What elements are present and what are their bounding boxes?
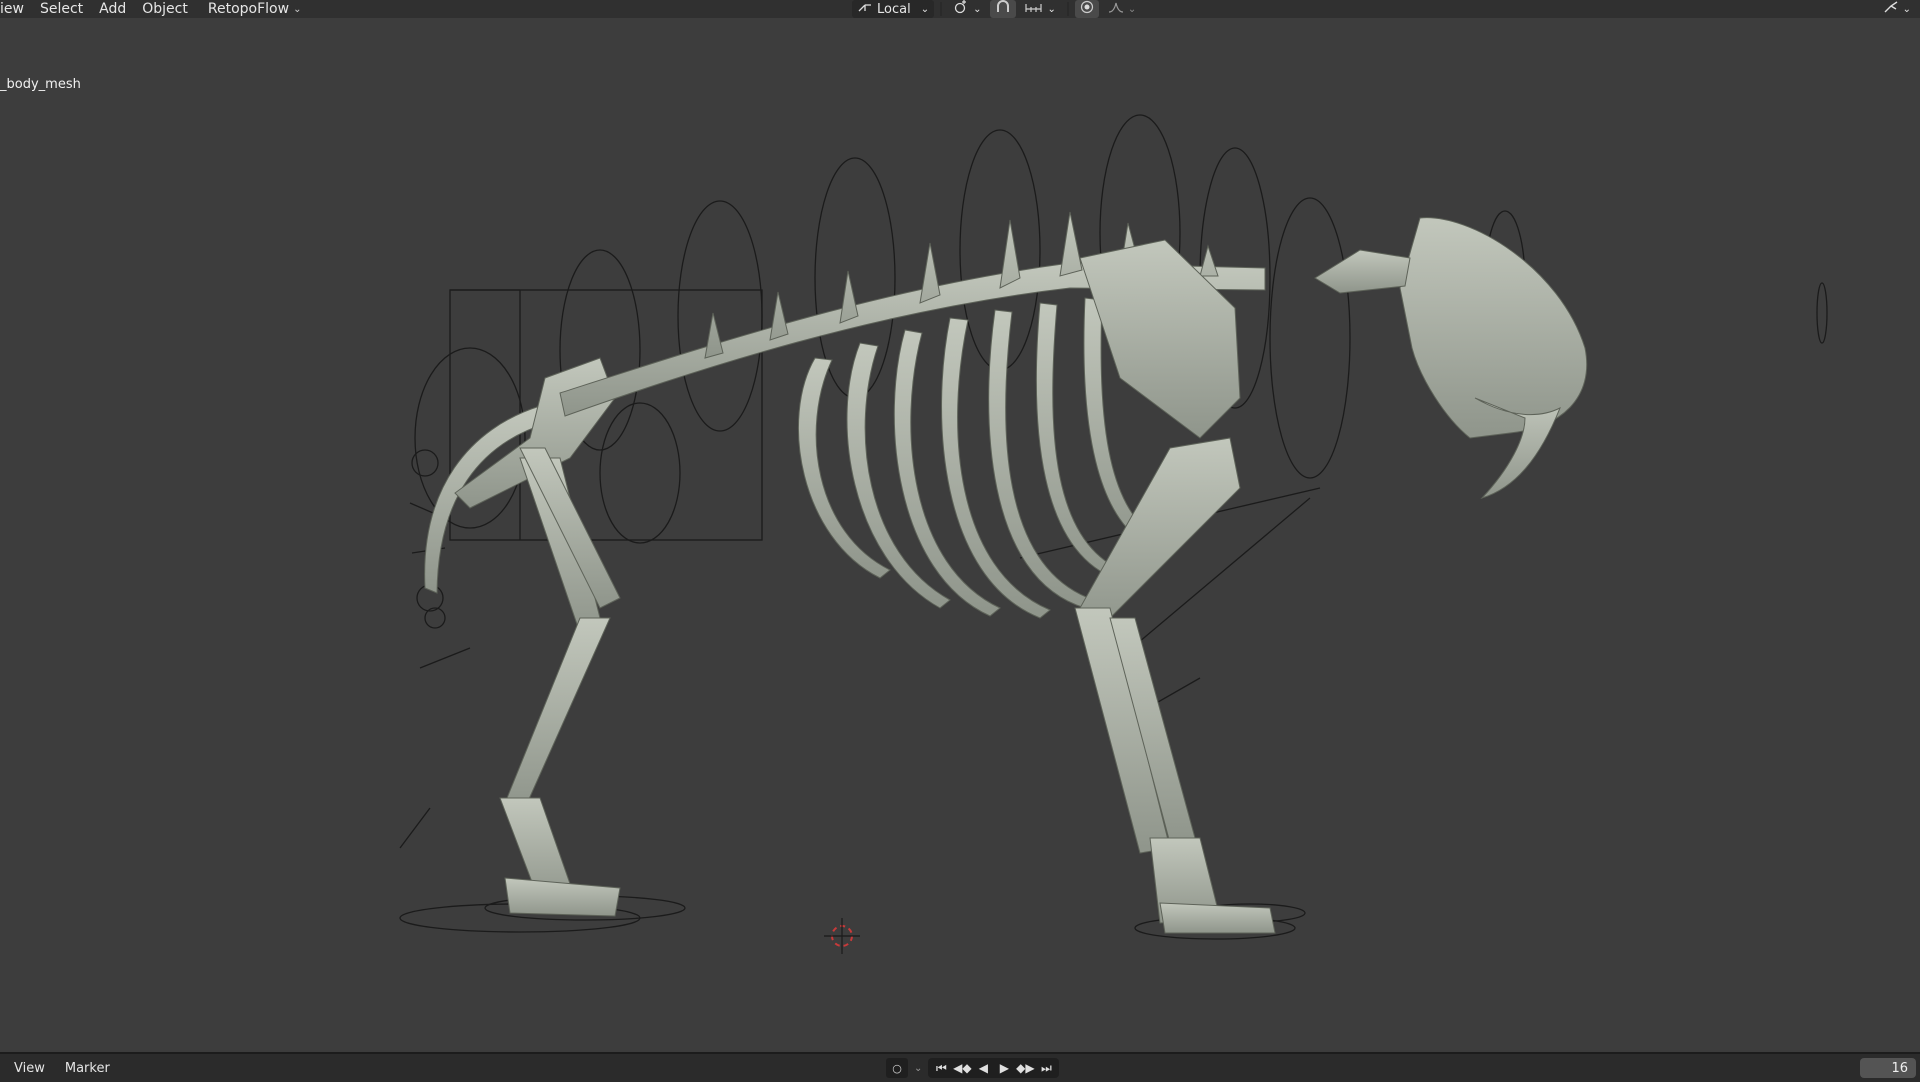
play-reverse-icon[interactable]: ◀ [973,1058,993,1078]
rig-controls[interactable] [399,114,1828,940]
playback-controls: ○ ⌄ ⏮ ◀◆ ◀ ▶ ◆▶ ⏭ [886,1058,1060,1078]
menu-select[interactable]: Select [32,0,91,18]
skeleton-scene[interactable] [0,18,1920,1050]
snap-toggle[interactable] [990,0,1017,18]
retopoflow-label: RetopoFlow [207,1,290,17]
gizmo-dropdown[interactable]: ⌄ [1878,0,1916,18]
menu-view[interactable]: iew [0,0,32,18]
transform-tools: Local ⌄ ⌄ ⌄ ⌄ [852,0,1141,18]
proportional-edit-icon [1080,0,1094,18]
chevron-down-icon: ⌄ [1127,3,1137,15]
chevron-down-icon: ⌄ [973,3,982,15]
snap-icon [995,0,1011,18]
skeleton-mesh[interactable] [424,211,1588,934]
jump-start-icon[interactable]: ⏮ [931,1058,951,1078]
separator [940,2,943,16]
chevron-down-icon: ⌄ [920,3,930,15]
chevron-down-icon[interactable]: ⌄ [914,1063,922,1074]
jump-end-icon[interactable]: ⏭ [1036,1058,1056,1078]
retopoflow-menu[interactable]: RetopoFlow ⌄ [202,0,308,18]
menu-add[interactable]: Add [91,0,134,18]
auto-keying-icon[interactable]: ○ [886,1058,908,1078]
gizmo-icon [1883,0,1899,18]
timeline-menu-marker[interactable]: Marker [55,1061,120,1076]
pivot-icon [953,0,969,18]
timeline-menu-view[interactable]: View [4,1061,55,1076]
transform-orientation-dropdown[interactable]: Local ⌄ [852,0,935,18]
proportional-falloff-dropdown[interactable]: ⌄ [1103,0,1141,18]
chevron-down-icon: ⌄ [1047,3,1056,15]
current-frame-field[interactable]: 16 [1860,1058,1916,1078]
prev-keyframe-icon[interactable]: ◀◆ [952,1058,972,1078]
snap-target-dropdown[interactable]: ⌄ [1020,0,1060,18]
transform-orientation-label: Local [877,1,911,17]
timeline-header: View Marker ○ ⌄ ⏮ ◀◆ ◀ ▶ ◆▶ ⏭ 16 [0,1052,1920,1082]
chevron-down-icon: ⌄ [293,3,302,15]
play-icon[interactable]: ▶ [994,1058,1014,1078]
falloff-icon [1108,1,1124,17]
3d-cursor-icon[interactable] [824,918,860,954]
timeline-menu: View Marker [0,1061,120,1076]
3d-viewport[interactable]: _body_mesh [0,18,1920,1050]
transform-orientation-icon [857,1,873,17]
separator [1066,2,1069,16]
next-keyframe-icon[interactable]: ◆▶ [1015,1058,1035,1078]
current-frame-value: 16 [1891,1060,1908,1076]
header-right-tools: ⌄ [1878,0,1916,18]
snap-increment-icon [1025,1,1043,17]
proportional-edit-toggle[interactable] [1074,0,1099,18]
menu-object[interactable]: Object [134,0,196,18]
viewport-header: iew Select Add Object RetopoFlow ⌄ Local… [0,0,1920,18]
transport-buttons: ⏮ ◀◆ ◀ ▶ ◆▶ ⏭ [928,1058,1060,1078]
chevron-down-icon: ⌄ [1902,3,1911,15]
pivot-point-dropdown[interactable]: ⌄ [948,0,986,18]
